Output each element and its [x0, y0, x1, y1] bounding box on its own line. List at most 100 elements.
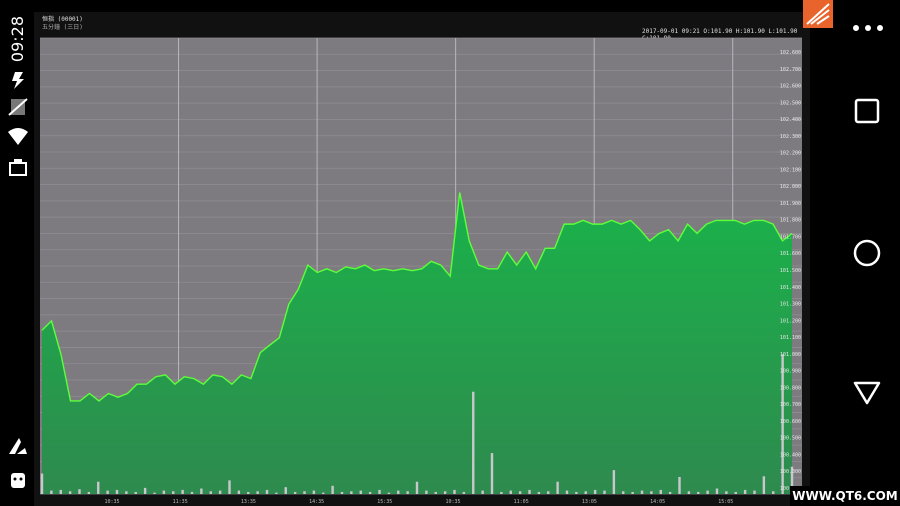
y-tick-label: 101.100 [780, 335, 801, 341]
volume-bar [753, 490, 756, 494]
chart-panel: 恒指 (00001) 五分鐘 (三日) 2017-09-01 09:21 O:1… [34, 12, 810, 506]
back-triangle-icon[interactable] [852, 380, 882, 406]
volume-bar [97, 481, 100, 494]
volume-bar [87, 491, 91, 494]
recents-square-icon[interactable] [854, 98, 880, 124]
volume-bar [453, 489, 456, 494]
y-tick-label: 101.800 [780, 218, 801, 224]
volume-bar [265, 489, 269, 494]
volume-bar [228, 480, 231, 494]
volume-bar [772, 491, 775, 494]
volume-bar [368, 491, 372, 494]
volume-bar [668, 491, 672, 494]
volume-bar [397, 490, 400, 494]
y-tick-label: 102.600 [780, 84, 801, 90]
volume-bar [500, 491, 503, 494]
x-tick-label: 14:05 [650, 499, 665, 505]
volume-bar [678, 476, 681, 494]
volume-bar [293, 491, 297, 494]
y-tick-label: 100.800 [780, 385, 801, 391]
home-circle-icon[interactable] [852, 238, 882, 268]
y-tick-label: 100.300 [780, 469, 801, 475]
y-tick-label: 100.400 [780, 452, 801, 458]
volume-bar [715, 488, 719, 494]
dev-tools-icon [9, 438, 27, 454]
y-tick-label: 100.500 [780, 436, 801, 442]
volume-bar [725, 491, 728, 494]
volume-bar [462, 491, 466, 494]
volume-bar [143, 487, 147, 494]
volume-bar [434, 491, 437, 494]
x-tick-label: 15:05 [718, 499, 733, 505]
x-tick-label: 10:35 [104, 499, 119, 505]
volume-bar [650, 491, 653, 494]
logo-icon [806, 3, 830, 25]
volume-bar [200, 488, 203, 494]
volume-bar [659, 489, 662, 494]
volume-bar [68, 491, 72, 494]
volume-bar [593, 489, 597, 494]
volume-bar [631, 491, 634, 494]
volume-bar [743, 489, 747, 494]
android-debug-icon [11, 473, 25, 488]
volume-bar [218, 490, 222, 494]
volume-bar [425, 490, 428, 494]
volume-bar [303, 491, 306, 494]
y-tick-label: 101.700 [780, 234, 801, 240]
price-chart[interactable]: 102.600 102.700 102.600 102.500 102.400 102.3… [34, 12, 810, 506]
volume-bar [612, 470, 616, 494]
volume-bar [687, 491, 691, 494]
volume-bar [125, 491, 128, 494]
x-tick-label: 11:35 [173, 499, 188, 505]
volume-bar [490, 453, 494, 494]
volume-bar [584, 491, 587, 494]
cast-icon [9, 159, 27, 176]
x-tick-label: 10:35 [445, 499, 460, 505]
volume-bar [275, 492, 278, 494]
app-logo [803, 0, 833, 28]
x-tick-label: 11:05 [514, 499, 529, 505]
status-bar: 09:28 [0, 0, 34, 506]
y-tick-label: 102.600 [780, 50, 801, 56]
y-tick-label: 102.200 [780, 151, 801, 157]
volume-bar [734, 491, 737, 494]
volume-bar [209, 491, 212, 494]
volume-bar [509, 490, 512, 494]
volume-bar [359, 490, 362, 494]
volume-bar [331, 485, 334, 494]
volume-bar [481, 490, 484, 494]
y-tick-label: 100.900 [780, 369, 801, 375]
volume-bar [387, 492, 391, 494]
volume-bar [284, 487, 287, 494]
x-tick-label: 14:35 [309, 499, 324, 505]
y-tick-label: 101.300 [780, 302, 801, 308]
clock: 09:28 [8, 15, 27, 63]
volume-bar [556, 481, 559, 494]
volume-bar [78, 489, 81, 494]
volume-bar [256, 491, 259, 494]
y-tick-label: 102.500 [780, 100, 801, 106]
volume-bar [162, 490, 166, 494]
volume-bar [697, 491, 700, 494]
volume-bar [50, 490, 53, 494]
y-tick-label: 100.600 [780, 419, 801, 425]
volume-bar [603, 490, 606, 494]
x-tick-label: 13:05 [582, 499, 597, 505]
more-vert-icon[interactable] [850, 20, 886, 36]
volume-bar [59, 489, 62, 494]
volume-bar [537, 491, 541, 494]
volume-bar [406, 491, 409, 494]
wifi-icon [8, 128, 28, 145]
volume-bar [153, 492, 156, 494]
y-tick-label: 101.900 [780, 201, 801, 207]
x-tick-label: 13:35 [241, 499, 256, 505]
volume-bar [322, 492, 325, 494]
y-tick-label: 102.700 [780, 67, 801, 73]
volume-bar [565, 490, 569, 494]
volume-bar [378, 489, 381, 494]
y-tick-label: 101.000 [780, 352, 801, 358]
watermark: WWW.QT6.COM [790, 486, 900, 506]
volume-bar [190, 491, 194, 494]
volume-bar [115, 489, 119, 494]
y-tick-label: 102.000 [780, 184, 801, 190]
